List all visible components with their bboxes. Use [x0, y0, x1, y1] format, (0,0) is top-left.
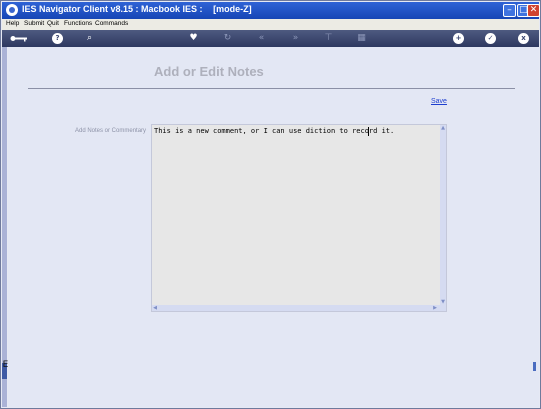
text-caret: [368, 127, 369, 136]
key-icon[interactable]: [10, 33, 28, 44]
menu-submit[interactable]: Submit: [24, 20, 44, 27]
window-title-text: IES Navigator Client v8.15 : Macbook IES…: [22, 4, 203, 14]
close-window-icon[interactable]: ✕: [527, 4, 540, 17]
scroll-right-icon[interactable]: ▶: [432, 305, 438, 311]
refresh-icon[interactable]: ↻: [222, 33, 233, 44]
notes-textarea[interactable]: This is a new comment, or I can use dict…: [151, 124, 447, 312]
menu-help[interactable]: Help: [6, 20, 19, 27]
menu-commands[interactable]: Commands: [95, 20, 128, 27]
scroll-up-icon[interactable]: ▲: [440, 125, 446, 131]
help-icon[interactable]: ?: [52, 33, 63, 44]
add-icon[interactable]: +: [453, 33, 464, 44]
search-icon[interactable]: ⌕: [84, 33, 95, 44]
menu-bar: Help Submit Quit Functions Commands: [2, 19, 539, 30]
check-icon[interactable]: ✓: [485, 33, 496, 44]
left-sidebar-strip: [2, 47, 7, 407]
scroll-left-icon[interactable]: ◀: [152, 305, 158, 311]
tree-icon[interactable]: ⊤: [323, 33, 334, 44]
window-mode: [mode-Z]: [213, 4, 252, 14]
minimize-icon[interactable]: –: [503, 4, 516, 17]
notes-text-value[interactable]: This is a new comment, or I can use dict…: [154, 127, 394, 135]
title-divider: [28, 88, 515, 89]
app-window: IES Navigator Client v8.15 : Macbook IES…: [0, 0, 541, 409]
toolbar: ? ⌕ ♥ ↻ « » ⊤ ▦ + ✓ x: [2, 30, 539, 47]
menu-quit[interactable]: Quit: [47, 20, 59, 27]
heart-icon[interactable]: ♥: [188, 33, 199, 44]
notes-field-label: Add Notes or Commentary: [75, 128, 147, 134]
close-icon[interactable]: x: [518, 33, 529, 44]
rewind-icon[interactable]: «: [256, 33, 267, 44]
page-title: Add or Edit Notes: [154, 64, 264, 79]
menu-functions[interactable]: Functions: [64, 20, 92, 27]
right-edge-marker: [533, 362, 536, 371]
grid-icon[interactable]: ▦: [356, 33, 367, 44]
fast-forward-icon[interactable]: »: [290, 33, 301, 44]
vertical-scrollbar[interactable]: ▲ ▼: [440, 125, 446, 305]
horizontal-scrollbar[interactable]: ◀ ▶: [152, 305, 446, 311]
save-link[interactable]: Save: [431, 98, 447, 105]
window-title: IES Navigator Client v8.15 : Macbook IES…: [22, 4, 252, 14]
app-logo-icon: [6, 4, 18, 16]
title-bar: IES Navigator Client v8.15 : Macbook IES…: [2, 2, 540, 19]
